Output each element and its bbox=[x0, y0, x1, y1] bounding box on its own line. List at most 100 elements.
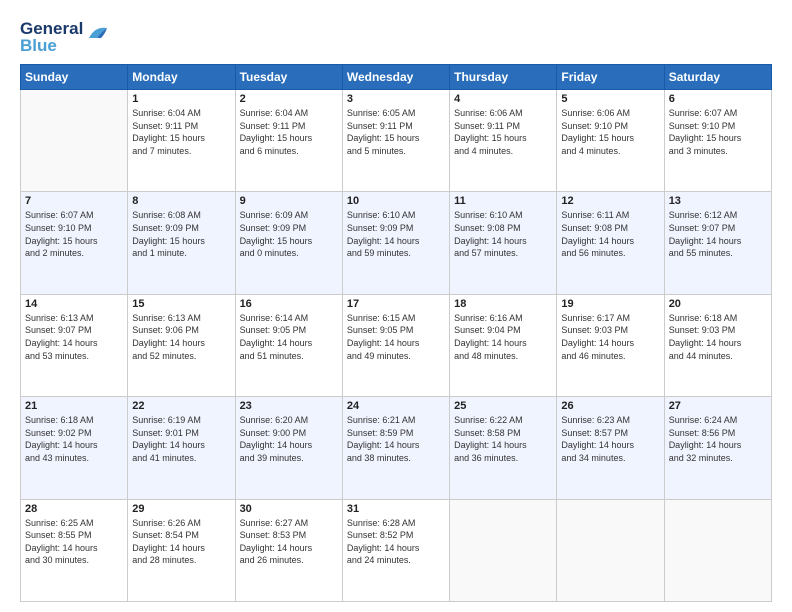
calendar-day-cell: 15Sunrise: 6:13 AMSunset: 9:06 PMDayligh… bbox=[128, 294, 235, 396]
day-info: Sunrise: 6:18 AMSunset: 9:02 PMDaylight:… bbox=[25, 414, 123, 464]
day-info-line: Sunrise: 6:24 AM bbox=[669, 415, 738, 425]
day-info: Sunrise: 6:21 AMSunset: 8:59 PMDaylight:… bbox=[347, 414, 445, 464]
day-number: 2 bbox=[240, 93, 338, 105]
day-info-line: Sunrise: 6:06 AM bbox=[561, 108, 630, 118]
calendar-day-cell bbox=[664, 499, 771, 601]
day-info: Sunrise: 6:07 AMSunset: 9:10 PMDaylight:… bbox=[669, 107, 767, 157]
day-info-line: and 32 minutes. bbox=[669, 453, 733, 463]
calendar-day-cell: 12Sunrise: 6:11 AMSunset: 9:08 PMDayligh… bbox=[557, 192, 664, 294]
day-info: Sunrise: 6:27 AMSunset: 8:53 PMDaylight:… bbox=[240, 517, 338, 567]
day-info-line: and 6 minutes. bbox=[240, 146, 299, 156]
day-info-line: Sunset: 9:11 PM bbox=[454, 121, 520, 131]
day-info-line: and 7 minutes. bbox=[132, 146, 191, 156]
logo-blue: Blue bbox=[20, 37, 83, 54]
calendar-week-row: 28 Sunrise: 6:25 AMSunset: 8:55 PMDayligh… bbox=[21, 499, 772, 601]
day-info-line: and 44 minutes. bbox=[669, 351, 733, 361]
day-number: 28 bbox=[25, 503, 123, 515]
day-info-line: and 39 minutes. bbox=[240, 453, 304, 463]
calendar-table: Sunday Monday Tuesday Wednesday Thursday… bbox=[20, 64, 772, 602]
calendar-day-cell: 5Sunrise: 6:06 AMSunset: 9:10 PMDaylight… bbox=[557, 90, 664, 192]
logo-bird-icon bbox=[87, 24, 109, 42]
header-saturday: Saturday bbox=[664, 65, 771, 90]
day-info-line: Daylight: 14 hours bbox=[132, 440, 205, 450]
day-info-line: and 59 minutes. bbox=[347, 248, 411, 258]
header-wednesday: Wednesday bbox=[342, 65, 449, 90]
day-info-line: Sunset: 9:01 PM bbox=[132, 428, 199, 438]
day-info-line: and 34 minutes. bbox=[561, 453, 625, 463]
day-info-line: Sunset: 8:55 PM bbox=[25, 530, 92, 540]
day-info-line: Daylight: 15 hours bbox=[454, 133, 527, 143]
day-info-line: Daylight: 14 hours bbox=[347, 236, 420, 246]
calendar-day-cell: 20Sunrise: 6:18 AMSunset: 9:03 PMDayligh… bbox=[664, 294, 771, 396]
day-number: 27 bbox=[669, 400, 767, 412]
calendar-day-cell: 19 Sunrise: 6:17 AMSunset: 9:03 PMDayligh… bbox=[557, 294, 664, 396]
day-info-line: Daylight: 15 hours bbox=[240, 133, 313, 143]
day-info: Sunrise: 6:25 AMSunset: 8:55 PMDaylight:… bbox=[25, 517, 123, 567]
day-number: 19 bbox=[561, 298, 659, 310]
calendar-day-cell: 1Sunrise: 6:04 AMSunset: 9:11 PMDaylight… bbox=[128, 90, 235, 192]
calendar-day-cell: 31Sunrise: 6:28 AMSunset: 8:52 PMDayligh… bbox=[342, 499, 449, 601]
day-info-line: Sunset: 9:05 PM bbox=[240, 325, 307, 335]
day-info-line: and 48 minutes. bbox=[454, 351, 518, 361]
day-info-line: Sunrise: 6:06 AM bbox=[454, 108, 523, 118]
day-info-line: Sunrise: 6:12 AM bbox=[669, 210, 738, 220]
calendar-day-cell: 3Sunrise: 6:05 AMSunset: 9:11 PMDaylight… bbox=[342, 90, 449, 192]
header-sunday: Sunday bbox=[21, 65, 128, 90]
day-info-line: Sunrise: 6:11 AM bbox=[561, 210, 629, 220]
day-info: Sunrise: 6:15 AMSunset: 9:05 PMDaylight:… bbox=[347, 312, 445, 362]
calendar-day-cell bbox=[557, 499, 664, 601]
day-info-line: Sunrise: 6:18 AM bbox=[669, 313, 738, 323]
day-info-line: Daylight: 14 hours bbox=[669, 338, 742, 348]
day-info: Sunrise: 6:13 AMSunset: 9:06 PMDaylight:… bbox=[132, 312, 230, 362]
day-info-line: Sunrise: 6:04 AM bbox=[240, 108, 309, 118]
calendar-day-cell: 4Sunrise: 6:06 AMSunset: 9:11 PMDaylight… bbox=[450, 90, 557, 192]
day-info-line: Daylight: 14 hours bbox=[25, 440, 98, 450]
day-info-line: and 46 minutes. bbox=[561, 351, 625, 361]
day-info-line: and 49 minutes. bbox=[347, 351, 411, 361]
day-number: 16 bbox=[240, 298, 338, 310]
logo: General Blue bbox=[20, 20, 109, 54]
day-number: 21 bbox=[25, 400, 123, 412]
day-number: 5 bbox=[561, 93, 659, 105]
day-number: 7 bbox=[25, 195, 123, 207]
day-number: 1 bbox=[132, 93, 230, 105]
calendar-day-cell: 13Sunrise: 6:12 AMSunset: 9:07 PMDayligh… bbox=[664, 192, 771, 294]
header-monday: Monday bbox=[128, 65, 235, 90]
calendar-day-cell: 18Sunrise: 6:16 AMSunset: 9:04 PMDayligh… bbox=[450, 294, 557, 396]
day-number: 6 bbox=[669, 93, 767, 105]
day-info-line: Sunset: 9:07 PM bbox=[669, 223, 736, 233]
day-info-line: Sunrise: 6:14 AM bbox=[240, 313, 309, 323]
day-info-line: and 0 minutes. bbox=[240, 248, 299, 258]
day-info-line: Sunrise: 6:20 AM bbox=[240, 415, 309, 425]
day-info: Sunrise: 6:24 AMSunset: 8:56 PMDaylight:… bbox=[669, 414, 767, 464]
day-info-line: Sunset: 9:06 PM bbox=[132, 325, 199, 335]
day-number: 23 bbox=[240, 400, 338, 412]
day-info-line: Sunrise: 6:18 AM bbox=[25, 415, 94, 425]
day-info: Sunrise: 6:06 AM Sunset: 9:11 PM Daylight:… bbox=[454, 107, 552, 157]
day-info-line: and 36 minutes. bbox=[454, 453, 518, 463]
day-info-line: Sunset: 9:07 PM bbox=[25, 325, 92, 335]
day-info: Sunrise: 6:18 AMSunset: 9:03 PMDaylight:… bbox=[669, 312, 767, 362]
day-info-line: Sunset: 9:08 PM bbox=[561, 223, 628, 233]
day-number: 18 bbox=[454, 298, 552, 310]
day-info: Sunrise: 6:17 AMSunset: 9:03 PMDaylight:… bbox=[561, 312, 659, 362]
day-info-line: Daylight: 14 hours bbox=[132, 543, 205, 553]
day-info-line: and 2 minutes. bbox=[25, 248, 84, 258]
day-info-line: Daylight: 14 hours bbox=[347, 543, 420, 553]
day-info-line: Daylight: 14 hours bbox=[561, 236, 634, 246]
day-info-line: Daylight: 14 hours bbox=[454, 236, 527, 246]
calendar-day-cell: 17Sunrise: 6:15 AMSunset: 9:05 PMDayligh… bbox=[342, 294, 449, 396]
day-info-line: and 38 minutes. bbox=[347, 453, 411, 463]
day-info-line: Sunrise: 6:26 AM bbox=[132, 518, 201, 528]
calendar-day-cell: 25Sunrise: 6:22 AMSunset: 8:58 PMDayligh… bbox=[450, 397, 557, 499]
header: General Blue bbox=[20, 20, 772, 54]
day-info-line: Daylight: 14 hours bbox=[669, 440, 742, 450]
day-info-line: Daylight: 14 hours bbox=[454, 338, 527, 348]
day-info: Sunrise: 6:10 AMSunset: 9:08 PMDaylight:… bbox=[454, 209, 552, 259]
day-info-line: and 3 minutes. bbox=[669, 146, 728, 156]
day-info: Sunrise: 6:14 AMSunset: 9:05 PMDaylight:… bbox=[240, 312, 338, 362]
day-info: Sunrise: 6:12 AMSunset: 9:07 PMDaylight:… bbox=[669, 209, 767, 259]
calendar-day-cell: 2Sunrise: 6:04 AMSunset: 9:11 PMDaylight… bbox=[235, 90, 342, 192]
day-number: 31 bbox=[347, 503, 445, 515]
day-info-line: and 51 minutes. bbox=[240, 351, 304, 361]
